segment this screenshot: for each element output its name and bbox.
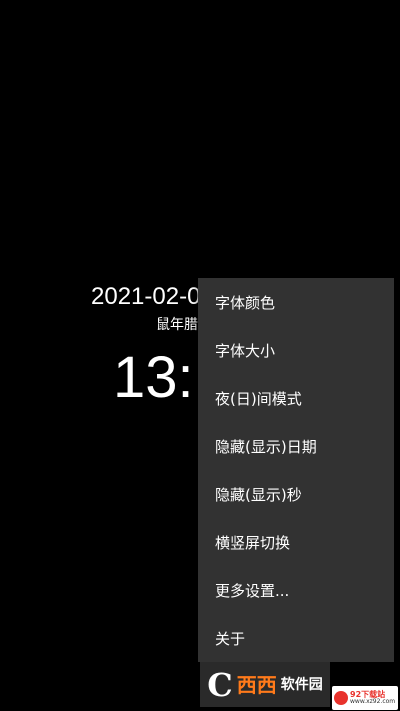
- badge-logo-icon: [334, 691, 348, 705]
- lunar-date-text: 鼠年腊: [156, 317, 198, 333]
- menu-item-font-color[interactable]: 字体颜色: [198, 278, 394, 326]
- menu-item-font-size[interactable]: 字体大小: [198, 326, 394, 374]
- time-text: 13:: [113, 345, 194, 410]
- menu-item-orientation-toggle[interactable]: 横竖屏切换: [198, 518, 394, 566]
- menu-item-toggle-seconds[interactable]: 隐藏(显示)秒: [198, 470, 394, 518]
- options-menu: 字体颜色 字体大小 夜(日)间模式 隐藏(显示)日期 隐藏(显示)秒 横竖屏切换…: [198, 278, 394, 662]
- 92-download-watermark: 92下载站 www.xz92.com: [332, 686, 398, 710]
- menu-item-about[interactable]: 关于: [198, 614, 394, 662]
- logo-letter: C: [207, 665, 233, 704]
- badge-text-group: 92下载站 www.xz92.com: [350, 691, 395, 705]
- logo-soft-text: 软件园: [280, 676, 323, 693]
- menu-item-night-day-mode[interactable]: 夜(日)间模式: [198, 374, 394, 422]
- logo-xi-text: 西西: [236, 672, 277, 697]
- date-text: 2021-02-0: [91, 283, 201, 310]
- badge-url: www.xz92.com: [350, 698, 396, 705]
- cr173-watermark-logo: C 西西 软件园: [200, 662, 330, 707]
- menu-item-more-settings[interactable]: 更多设置...: [198, 566, 394, 614]
- menu-item-toggle-date[interactable]: 隐藏(显示)日期: [198, 422, 394, 470]
